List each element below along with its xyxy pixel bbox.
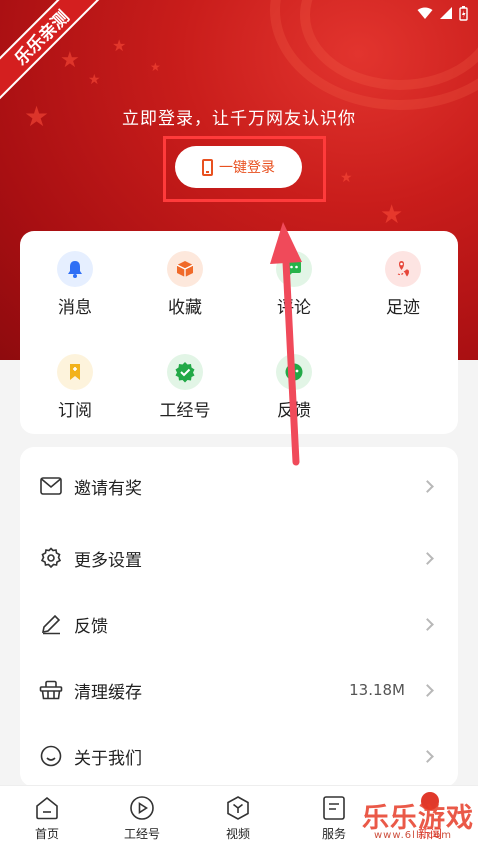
home-icon (12, 794, 82, 822)
tab-service[interactable]: 服务 (299, 794, 369, 842)
menu-item-clear-cache[interactable]: 清理缓存 13.18M (20, 668, 458, 712)
tab-label: 视频 (225, 827, 250, 841)
chevron-right-icon (421, 551, 434, 565)
tab-label: 工经号 (123, 827, 160, 841)
chevron-right-icon (421, 479, 434, 493)
cache-size-value: 13.18M (349, 681, 405, 699)
login-tip: 立即登录，让千万网友认识你 (122, 109, 356, 129)
chevron-right-icon (421, 749, 434, 763)
tab-label: 首页 (34, 827, 59, 841)
menu-label: 反馈 (74, 616, 108, 637)
grid-label: 评论 (277, 298, 311, 318)
star-decor: ★ (88, 72, 101, 88)
star-decor: ★ (340, 170, 353, 186)
star-decor: ★ (112, 36, 127, 55)
chat-icon (276, 251, 312, 287)
smile-icon (38, 745, 64, 767)
tab-gongjinghao[interactable]: 工经号 (107, 794, 177, 842)
menu-item-about-us[interactable]: 关于我们 (20, 734, 458, 778)
gear-icon (38, 547, 64, 569)
pencil-icon (38, 613, 64, 635)
tab-label: 服务 (321, 827, 346, 841)
menu-item-more-settings[interactable]: 更多设置 (20, 536, 458, 580)
wifi-icon (417, 7, 433, 24)
feedback-icon (276, 354, 312, 390)
grid-label: 足迹 (386, 298, 420, 318)
settings-menu: 邀请有奖 更多设置 反馈 清理缓存 13.18M 关于我们 (20, 447, 458, 787)
grid-item-subscribe[interactable]: 订阅 (20, 354, 130, 421)
tab-home[interactable]: 首页 (12, 794, 82, 842)
tab-video[interactable]: 视频 (203, 794, 273, 842)
star-decor: ★ (380, 200, 404, 230)
menu-label: 更多设置 (74, 550, 142, 571)
grid-item-favorites[interactable]: 收藏 (130, 251, 240, 318)
star-decor: ★ (150, 60, 161, 74)
highlight-box (163, 136, 326, 202)
grid-item-comments[interactable]: 评论 (239, 251, 349, 318)
play-icon (107, 794, 177, 822)
grid-item-messages[interactable]: 消息 (20, 251, 130, 318)
chevron-right-icon (421, 683, 434, 697)
grid-item-gongjinghao[interactable]: 工经号 (130, 354, 240, 421)
mail-icon (38, 477, 64, 495)
bell-icon (57, 251, 93, 287)
footprint-icon (385, 251, 421, 287)
basket-icon (38, 680, 64, 700)
document-icon (299, 794, 369, 822)
menu-label: 关于我们 (74, 748, 142, 769)
battery-icon (459, 6, 468, 25)
bookmark-icon (57, 354, 93, 390)
box-icon (167, 251, 203, 287)
grid-label: 订阅 (58, 401, 92, 421)
grid-item-feedback[interactable]: 反馈 (239, 354, 349, 421)
verified-icon (167, 354, 203, 390)
chevron-right-icon (421, 617, 434, 631)
grid-label: 反馈 (277, 401, 311, 421)
status-bar (417, 6, 468, 25)
quick-actions-card: 消息 收藏 评论 足迹 订阅 工经号 反馈 (20, 231, 458, 434)
watermark-logo: 乐乐游戏 www.6lll.com (362, 796, 478, 846)
signal-icon (439, 7, 453, 24)
grid-label: 消息 (58, 298, 92, 318)
menu-label: 清理缓存 (74, 682, 142, 703)
star-decor: ★ (60, 48, 80, 73)
menu-item-feedback[interactable]: 反馈 (20, 602, 458, 646)
grid-label: 工经号 (159, 401, 211, 421)
grid-label: 收藏 (168, 298, 202, 318)
menu-label: 邀请有奖 (74, 478, 142, 499)
menu-item-invite[interactable]: 邀请有奖 (20, 464, 458, 508)
watermark-url: www.6lll.com (374, 830, 453, 841)
video-icon (203, 794, 273, 822)
grid-item-footprints[interactable]: 足迹 (348, 251, 458, 318)
